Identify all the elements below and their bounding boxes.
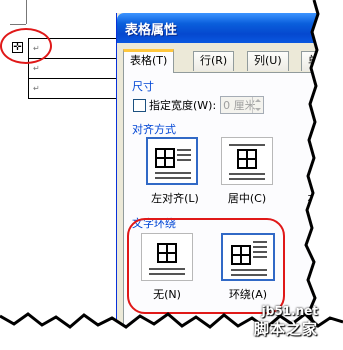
- align-left-option[interactable]: [146, 137, 198, 185]
- alignment-section-label: 对齐方式: [132, 123, 176, 136]
- preferred-width-label: 指定宽度(W):: [149, 99, 217, 112]
- align-left-label[interactable]: 左对齐(L): [146, 190, 204, 206]
- width-spinner[interactable]: 0 厘米: [220, 96, 265, 114]
- size-section-label: 尺寸: [132, 80, 154, 93]
- text-line: [177, 154, 191, 156]
- margin-corner-vertical: [26, 0, 27, 24]
- text-line: [177, 149, 191, 151]
- tab-row[interactable]: 行(R): [193, 51, 235, 71]
- paragraph-mark: ↵: [33, 64, 40, 73]
- watermark-url: jb51.net: [261, 304, 319, 318]
- align-left-icon: [155, 148, 175, 168]
- torn-edge-right: [304, 0, 343, 350]
- highlight-ring-move-handle: [0, 28, 52, 64]
- preferred-width-checkbox[interactable]: [133, 98, 146, 112]
- text-line: [155, 177, 191, 179]
- text-line: [229, 178, 265, 180]
- table-row: ↵: [28, 58, 120, 79]
- tab-column[interactable]: 列(U): [247, 51, 289, 71]
- table-row: ↵: [28, 78, 120, 99]
- text-line: [229, 144, 265, 146]
- watermark-name: 脚本之家: [254, 320, 319, 338]
- align-center-option[interactable]: [221, 137, 273, 185]
- align-center-icon: [237, 149, 257, 169]
- spinner-arrows-icon[interactable]: [252, 97, 263, 113]
- text-line: [229, 173, 265, 175]
- dialog-title: 表格属性: [125, 22, 178, 38]
- margin-corner-horizontal: [10, 24, 26, 25]
- paragraph-mark: ↵: [33, 84, 40, 93]
- tab-table[interactable]: 表格(T): [123, 49, 175, 73]
- text-line: [155, 172, 191, 174]
- preferred-width-row: 指定宽度(W): 0 厘米: [133, 96, 265, 114]
- align-center-label[interactable]: 居中(C): [221, 190, 273, 206]
- text-line: [177, 159, 191, 161]
- table-cell[interactable]: ↵: [28, 58, 120, 79]
- watermark: jb51.net 脚本之家: [254, 304, 318, 339]
- table-cell[interactable]: ↵: [28, 78, 120, 99]
- width-value: 0 厘米: [223, 99, 256, 112]
